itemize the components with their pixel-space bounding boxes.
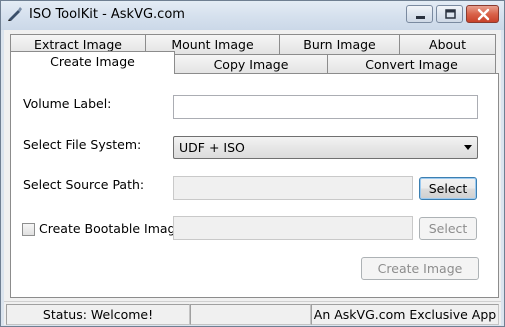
tab-create-image[interactable]: Create Image — [10, 51, 175, 74]
volume-label-label: Volume Label: — [23, 96, 112, 111]
source-path-input — [174, 177, 412, 199]
iso-toolkit-app-icon[interactable] — [7, 6, 23, 22]
tab-burn-image[interactable]: Burn Image — [279, 34, 400, 55]
file-system-selected: UDF + ISO — [179, 140, 245, 155]
status-text: Status: Welcome! — [6, 304, 190, 325]
file-system-label: Select File System: — [23, 137, 142, 152]
tab-label: Mount Image — [171, 37, 254, 52]
tab-convert-image[interactable]: Convert Image — [327, 54, 496, 75]
boot-image-input — [174, 217, 412, 239]
create-image-button: Create Image — [361, 257, 479, 280]
source-path-field — [173, 176, 413, 200]
maximize-button[interactable] — [436, 5, 463, 23]
dropdown-arrow-icon — [464, 145, 472, 150]
bootable-label[interactable]: Create Bootable Image — [39, 221, 183, 236]
status-spacer — [190, 304, 311, 325]
app-window: ISO ToolKit - AskVG.com Extract Image Mo… — [0, 0, 505, 327]
bootable-checkbox[interactable] — [22, 223, 35, 236]
title-bar[interactable]: ISO ToolKit - AskVG.com — [1, 1, 504, 30]
status-bar: Status: Welcome! An AskVG.com Exclusive … — [4, 301, 501, 325]
minimize-button[interactable] — [406, 5, 433, 23]
tab-label: Burn Image — [303, 37, 376, 52]
source-path-label: Select Source Path: — [23, 177, 145, 192]
credit-text: An AskVG.com Exclusive App — [311, 304, 499, 325]
volume-label-input[interactable] — [174, 96, 477, 118]
close-button[interactable] — [466, 5, 499, 23]
file-system-dropdown[interactable]: UDF + ISO — [173, 136, 478, 159]
create-image-panel: Volume Label: Select File System: UDF + … — [10, 73, 499, 298]
tab-label: Copy Image — [213, 57, 289, 72]
tab-label: Extract Image — [34, 37, 122, 52]
boot-image-field — [173, 216, 413, 240]
tab-copy-image[interactable]: Copy Image — [174, 54, 328, 75]
volume-label-field[interactable] — [173, 95, 478, 119]
window-title: ISO ToolKit - AskVG.com — [29, 7, 185, 22]
minimize-icon — [416, 16, 425, 19]
tab-label: About — [429, 37, 466, 52]
tab-label: Convert Image — [365, 57, 458, 72]
close-icon — [477, 8, 490, 21]
select-boot-image-button: Select — [419, 217, 477, 240]
tab-label: Create Image — [50, 54, 135, 69]
tab-about[interactable]: About — [399, 34, 496, 55]
maximize-icon — [445, 9, 456, 19]
client-area: Extract Image Mount Image Burn Image Abo… — [4, 30, 501, 301]
select-source-button[interactable]: Select — [419, 177, 477, 200]
